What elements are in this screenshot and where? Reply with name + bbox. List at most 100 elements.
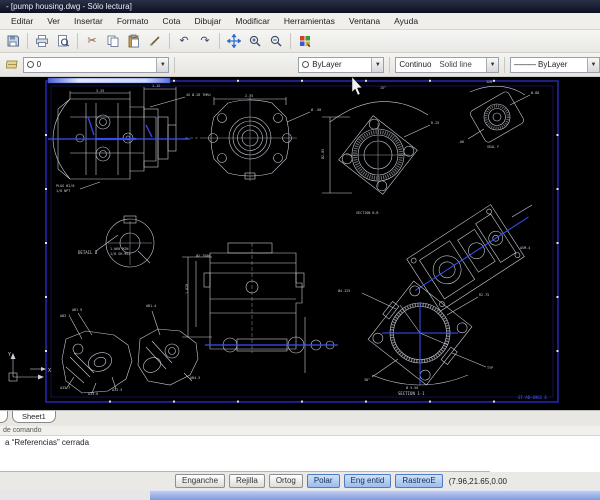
dim-text: .06 — [458, 140, 464, 144]
dim-text: AB4-3 — [190, 376, 200, 380]
cut-button[interactable]: ✂ — [82, 32, 102, 51]
status-rejilla-button[interactable]: Rejilla — [229, 474, 265, 488]
lineweight-sample: ——— — [514, 60, 535, 69]
toolbar-separator — [504, 57, 505, 73]
toolbar-separator — [219, 33, 220, 49]
menu-modificar[interactable]: Modificar — [228, 14, 276, 28]
tab-sheet1[interactable]: Sheet1 — [12, 411, 56, 423]
dim-text: A33.0 — [88, 392, 98, 396]
dim-text: AB1-4 — [146, 304, 156, 308]
view-section — [362, 279, 486, 388]
view-seal-detail — [468, 86, 530, 143]
print-preview-icon — [56, 34, 70, 48]
view-rotated-flange — [322, 102, 430, 195]
status-enganche-button[interactable]: Enganche — [175, 474, 225, 488]
menu-dibujar[interactable]: Dibujar — [187, 14, 228, 28]
menu-ver[interactable]: Ver — [40, 14, 67, 28]
dim-text: Ø2.05 — [320, 149, 325, 159]
menu-insertar[interactable]: Insertar — [67, 14, 110, 28]
layer-palette-button[interactable] — [295, 32, 315, 51]
zoom-out-button[interactable] — [266, 32, 286, 51]
layer-palette-icon — [298, 34, 312, 48]
toolbar-separator — [27, 33, 28, 49]
dim-text: 1/8 SH-961 — [110, 252, 130, 256]
menu-herramientas[interactable]: Herramientas — [277, 14, 342, 28]
layer-color-swatch — [27, 61, 34, 68]
menu-ventana[interactable]: Ventana — [342, 14, 387, 28]
view-detail-b — [96, 216, 154, 267]
taskbar-strip-highlight — [150, 490, 600, 500]
rolled-palette-bar[interactable] — [48, 78, 170, 83]
command-input[interactable] — [0, 456, 600, 472]
dim-text: A33.7 — [60, 386, 70, 390]
dim-text: 4X Ø.28 THRU — [186, 92, 211, 97]
copy-icon — [106, 34, 120, 48]
dim-text: 1.12 — [152, 84, 160, 88]
save-button[interactable] — [3, 32, 23, 51]
menu-editar[interactable]: Editar — [4, 14, 40, 28]
dropdown-arrow-icon[interactable]: ▼ — [156, 58, 168, 72]
menu-ayuda[interactable]: Ayuda — [387, 14, 425, 28]
paste-icon — [127, 34, 141, 48]
undo-button[interactable]: ↶ — [174, 32, 194, 51]
toolbar-separator — [290, 33, 291, 49]
lineweight-select[interactable]: ——— ByLayer ▼ — [510, 57, 600, 73]
tab-model-partial[interactable] — [0, 411, 8, 423]
command-window-header[interactable]: de comando — [0, 426, 600, 436]
print-button[interactable] — [32, 32, 52, 51]
menu-formato[interactable]: Formato — [110, 14, 156, 28]
mouse-cursor — [352, 77, 362, 95]
dim-text: R2.75 — [479, 293, 489, 297]
toolbar-separator — [174, 57, 175, 73]
view-rotated-assembly — [398, 191, 545, 317]
copy-button[interactable] — [103, 32, 123, 51]
status-engentid-button[interactable]: Eng entid — [344, 474, 392, 488]
ucs-x-label: X — [48, 368, 51, 374]
status-ortog-button[interactable]: Ortog — [269, 474, 303, 488]
linetype-select[interactable]: Continuo Solid line ▼ — [395, 57, 499, 73]
paste-button[interactable] — [124, 32, 144, 51]
command-history[interactable]: a “Referencias” cerrada — [0, 436, 600, 456]
color-swatch — [302, 61, 309, 68]
linetype-value: Continuo — [399, 60, 431, 69]
layer-states-button[interactable] — [4, 55, 21, 74]
view-iso-1 — [62, 313, 132, 393]
status-rastreoe-button[interactable]: RastreoE — [395, 474, 442, 488]
window-title: - [pump housing.dwg - Sólo lectura] — [6, 2, 132, 11]
command-window-title: de comando — [3, 427, 42, 434]
zoom-in-button[interactable] — [245, 32, 265, 51]
sheet-border — [45, 80, 559, 403]
menu-cota[interactable]: Cota — [155, 14, 187, 28]
redo-icon: ↷ — [200, 36, 209, 47]
print-icon — [35, 34, 49, 48]
dim-text: A33.3 — [112, 388, 122, 392]
redo-button[interactable]: ↷ — [195, 32, 215, 51]
dim-text: 1.620 — [185, 284, 189, 294]
command-divider — [0, 471, 490, 472]
dropdown-arrow-icon[interactable]: ▼ — [587, 58, 599, 72]
view-elevation — [182, 243, 338, 373]
drawing-canvas[interactable]: DETAIL B SECTION 1-1 SECTION B-B SEAL F … — [0, 77, 600, 410]
dropdown-arrow-icon[interactable]: ▼ — [486, 58, 498, 72]
cad-drawing: DETAIL B SECTION 1-1 SECTION B-B SEAL F … — [0, 77, 600, 410]
dim-text: Ø4.125 — [338, 288, 350, 293]
print-preview-button[interactable] — [53, 32, 73, 51]
toolbar-separator — [169, 33, 170, 49]
status-polar-button[interactable]: Polar — [307, 474, 340, 488]
color-value: ByLayer — [312, 60, 341, 69]
dim-text: R.25 — [431, 121, 439, 125]
dim-text: Ø2.7500 — [196, 253, 210, 258]
toolbar-separator — [77, 33, 78, 49]
pan-button[interactable] — [224, 32, 244, 51]
dim-text: 3.25 — [96, 89, 104, 93]
toolbar-separator — [389, 57, 390, 73]
layer-select[interactable]: 0 ▼ — [23, 57, 170, 73]
layer-states-icon — [6, 58, 19, 71]
section-bb-label: SECTION B-B — [356, 211, 378, 215]
draw-line-button[interactable] — [145, 32, 165, 51]
status-bar: Enganche Rejilla Ortog Polar Eng entid R… — [0, 472, 600, 490]
title-bar: - [pump housing.dwg - Sólo lectura] — [0, 0, 600, 13]
color-select[interactable]: ByLayer ▼ — [298, 57, 384, 73]
dropdown-arrow-icon[interactable]: ▼ — [371, 58, 383, 72]
sheet-tab-bar: Sheet1 — [0, 410, 600, 426]
